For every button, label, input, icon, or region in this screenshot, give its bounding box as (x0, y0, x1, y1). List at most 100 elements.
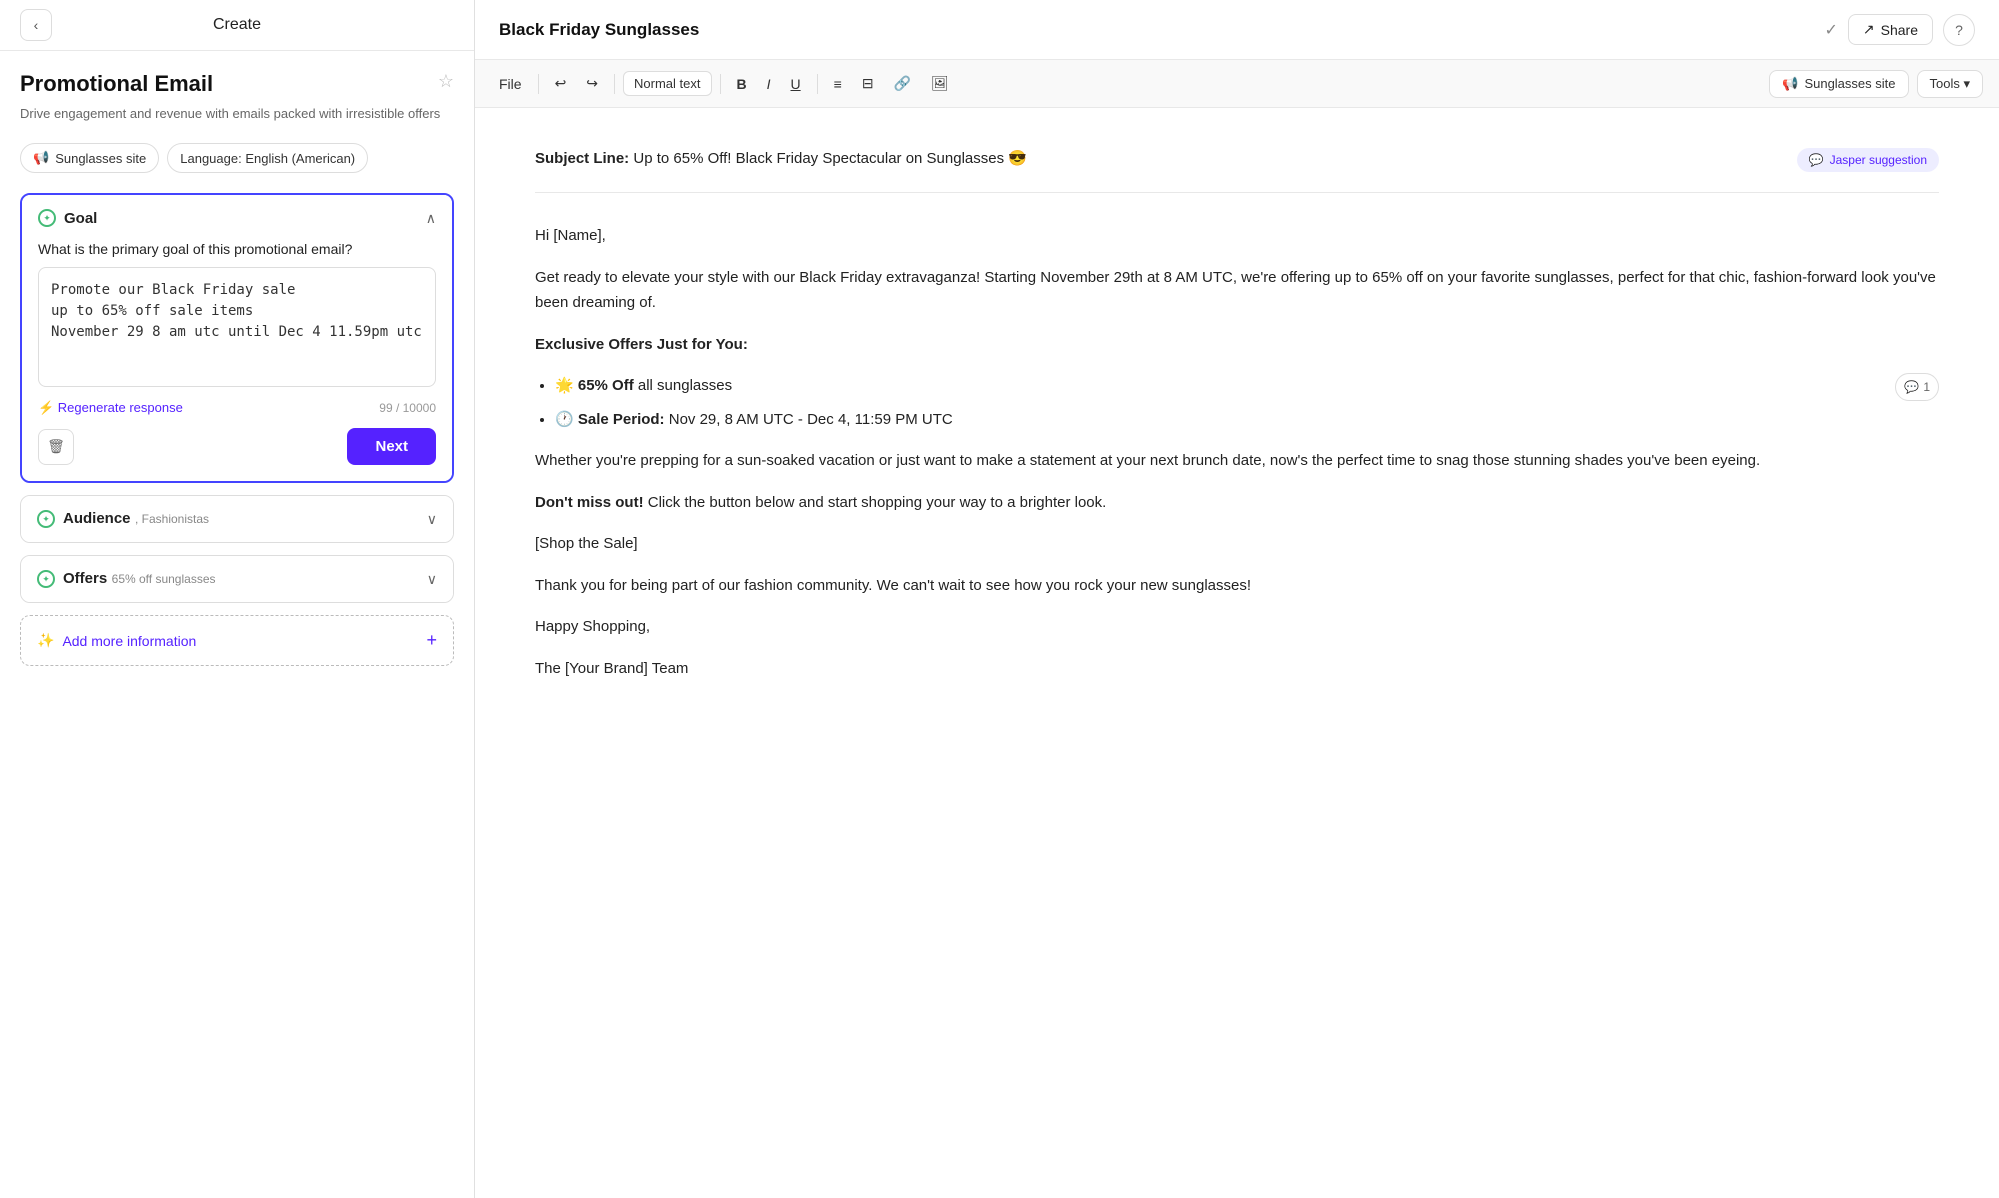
offers-header-left: ✦ Offers 65% off sunglasses (37, 570, 216, 588)
topbar-actions: ✓ ↗ Share ? (1825, 14, 1976, 46)
sun-icon: 🌟 (555, 377, 578, 394)
left-content: Promotional Email ☆ Drive engagement and… (0, 51, 474, 1198)
offers-subtitle: 65% off sunglasses (112, 572, 216, 586)
editor-content: Subject Line: Up to 65% Off! Black Frida… (475, 108, 1999, 1198)
plus-icon: + (426, 630, 437, 651)
goal-accordion: ✦ Goal ∧ What is the primary goal of thi… (20, 193, 454, 483)
favorite-icon[interactable]: ☆ (438, 71, 454, 92)
toolbar-right: 📢 Sunglasses site Tools ▾ (1769, 70, 1983, 98)
offer2-tail: Nov 29, 8 AM UTC - Dec 4, 11:59 PM UTC (665, 411, 953, 428)
offers-circle-icon: ✦ (37, 570, 55, 588)
shop-sale-link[interactable]: [Shop the Sale] (535, 531, 1939, 557)
jasper-icon: 💬 (1809, 153, 1824, 167)
sunglasses-site-button[interactable]: 📢 Sunglasses site (1769, 70, 1908, 98)
subject-line-text: Subject Line: Up to 65% Off! Black Frida… (535, 148, 1777, 171)
tags-row: 📢 Sunglasses site Language: English (Ame… (20, 143, 454, 173)
create-title: Create (213, 16, 261, 34)
trash-icon: 🗑 (47, 438, 65, 455)
goal-question: What is the primary goal of this promoti… (38, 241, 436, 257)
email-para2: Whether you're prepping for a sun-soaked… (535, 448, 1939, 474)
email-signature: The [Your Brand] Team (535, 656, 1939, 682)
toolbar-divider-1 (538, 74, 539, 94)
clock-icon: 🕐 (555, 411, 578, 428)
offer2-bold: Sale Period: (578, 411, 665, 428)
left-header: ‹ Create (0, 0, 474, 51)
check-icon: ✓ (1825, 20, 1838, 40)
char-count-row: ⚡ Regenerate response 99 / 10000 (38, 400, 436, 416)
share-label: Share (1881, 22, 1918, 38)
audience-header-left: ✦ Audience , Fashionistas (37, 510, 209, 528)
jasper-suggestion-badge: 💬 Jasper suggestion (1797, 148, 1939, 172)
offers-title-group: Offers 65% off sunglasses (63, 570, 216, 588)
regenerate-label: ⚡ Regenerate response (38, 400, 183, 416)
add-more-label: Add more information (62, 633, 196, 649)
audience-chevron-icon: ∨ (427, 511, 437, 528)
audience-title-group: Audience , Fashionistas (63, 510, 209, 528)
next-button[interactable]: Next (347, 428, 436, 465)
add-more-section[interactable]: ✨ Add more information + (20, 615, 454, 666)
goal-accordion-header[interactable]: ✦ Goal ∧ (22, 195, 452, 241)
goal-textarea[interactable]: Promote our Black Friday sale up to 65% … (38, 267, 436, 387)
megaphone-icon: 📢 (33, 150, 49, 166)
offers-chevron-icon: ∨ (427, 571, 437, 588)
happy-shopping: Happy Shopping, (535, 614, 1939, 640)
toolbar-divider-3 (720, 74, 721, 94)
goal-circle-icon: ✦ (38, 209, 56, 227)
image-button[interactable]: 🖼 (923, 71, 957, 96)
sunglasses-site-icon: 📢 (1782, 76, 1798, 92)
offers-accordion-header[interactable]: ✦ Offers 65% off sunglasses ∨ (21, 556, 453, 602)
editor-toolbar: File ↩ ↪ Normal text B I U ≡ ⊟ 🔗 🖼 📢 Sun… (475, 60, 1999, 108)
sunglasses-site-label: Sunglasses site (1804, 76, 1895, 91)
text-format-button[interactable]: Normal text (623, 71, 711, 96)
email-para3: Don't miss out! Click the button below a… (535, 490, 1939, 516)
language-tag[interactable]: Language: English (American) (167, 143, 368, 173)
toolbar-divider-2 (614, 74, 615, 94)
sparkle-icon: ✨ (37, 632, 54, 649)
para3-tail: Click the button below and start shoppin… (644, 494, 1107, 511)
file-button[interactable]: File (491, 72, 530, 96)
goal-body: What is the primary goal of this promoti… (22, 241, 452, 481)
email-greeting: Hi [Name], (535, 223, 1939, 249)
right-panel: Black Friday Sunglasses ✓ ↗ Share ? File… (475, 0, 1999, 1198)
action-row: 🗑 Next (38, 428, 436, 465)
email-body: Hi [Name], Get ready to elevate your sty… (535, 223, 1939, 681)
left-panel: ‹ Create Promotional Email ☆ Drive engag… (0, 0, 475, 1198)
goal-title: Goal (64, 210, 97, 227)
dont-miss-bold: Don't miss out! (535, 494, 644, 511)
offer-item-1: 🌟 65% Off all sunglasses (555, 373, 1939, 399)
underline-button[interactable]: U (783, 72, 809, 96)
back-button[interactable]: ‹ (20, 9, 52, 41)
comment-icon: 💬 (1904, 377, 1919, 397)
bullet-list-button[interactable]: ≡ (826, 72, 850, 96)
help-button[interactable]: ? (1943, 14, 1975, 46)
comment-badge[interactable]: 💬 1 (1895, 373, 1939, 401)
audience-title: Audience (63, 510, 131, 527)
jasper-badge-label: Jasper suggestion (1830, 153, 1927, 167)
audience-accordion-header[interactable]: ✦ Audience , Fashionistas ∨ (21, 496, 453, 542)
redo-button[interactable]: ↪ (578, 71, 606, 96)
audience-accordion: ✦ Audience , Fashionistas ∨ (20, 495, 454, 543)
subject-line-value: Up to 65% Off! Black Friday Spectacular … (633, 150, 1027, 167)
regenerate-button[interactable]: ⚡ Regenerate response (38, 400, 183, 416)
share-icon: ↗ (1863, 21, 1875, 38)
subject-line-label: Subject Line: (535, 150, 629, 167)
offers-list: 🌟 65% Off all sunglasses 🕐 Sale Period: … (555, 373, 1939, 432)
email-para4: Thank you for being part of our fashion … (535, 573, 1939, 599)
delete-button[interactable]: 🗑 (38, 429, 74, 465)
tools-button[interactable]: Tools ▾ (1917, 70, 1984, 98)
promo-desc: Drive engagement and revenue with emails… (20, 105, 454, 123)
bold-button[interactable]: B (729, 72, 755, 96)
link-button[interactable]: 🔗 (886, 71, 919, 96)
add-more-left: ✨ Add more information (37, 632, 196, 649)
italic-button[interactable]: I (759, 72, 779, 96)
numbered-list-button[interactable]: ⊟ (854, 71, 882, 96)
undo-button[interactable]: ↩ (547, 71, 575, 96)
site-tag[interactable]: 📢 Sunglasses site (20, 143, 159, 173)
goal-chevron-icon: ∧ (426, 210, 436, 227)
subject-line-area: Subject Line: Up to 65% Off! Black Frida… (535, 148, 1939, 193)
document-title: Black Friday Sunglasses (499, 20, 699, 40)
right-topbar: Black Friday Sunglasses ✓ ↗ Share ? (475, 0, 1999, 60)
char-count: 99 / 10000 (379, 401, 436, 415)
comment-count: 1 (1923, 377, 1930, 397)
share-button[interactable]: ↗ Share (1848, 14, 1933, 45)
